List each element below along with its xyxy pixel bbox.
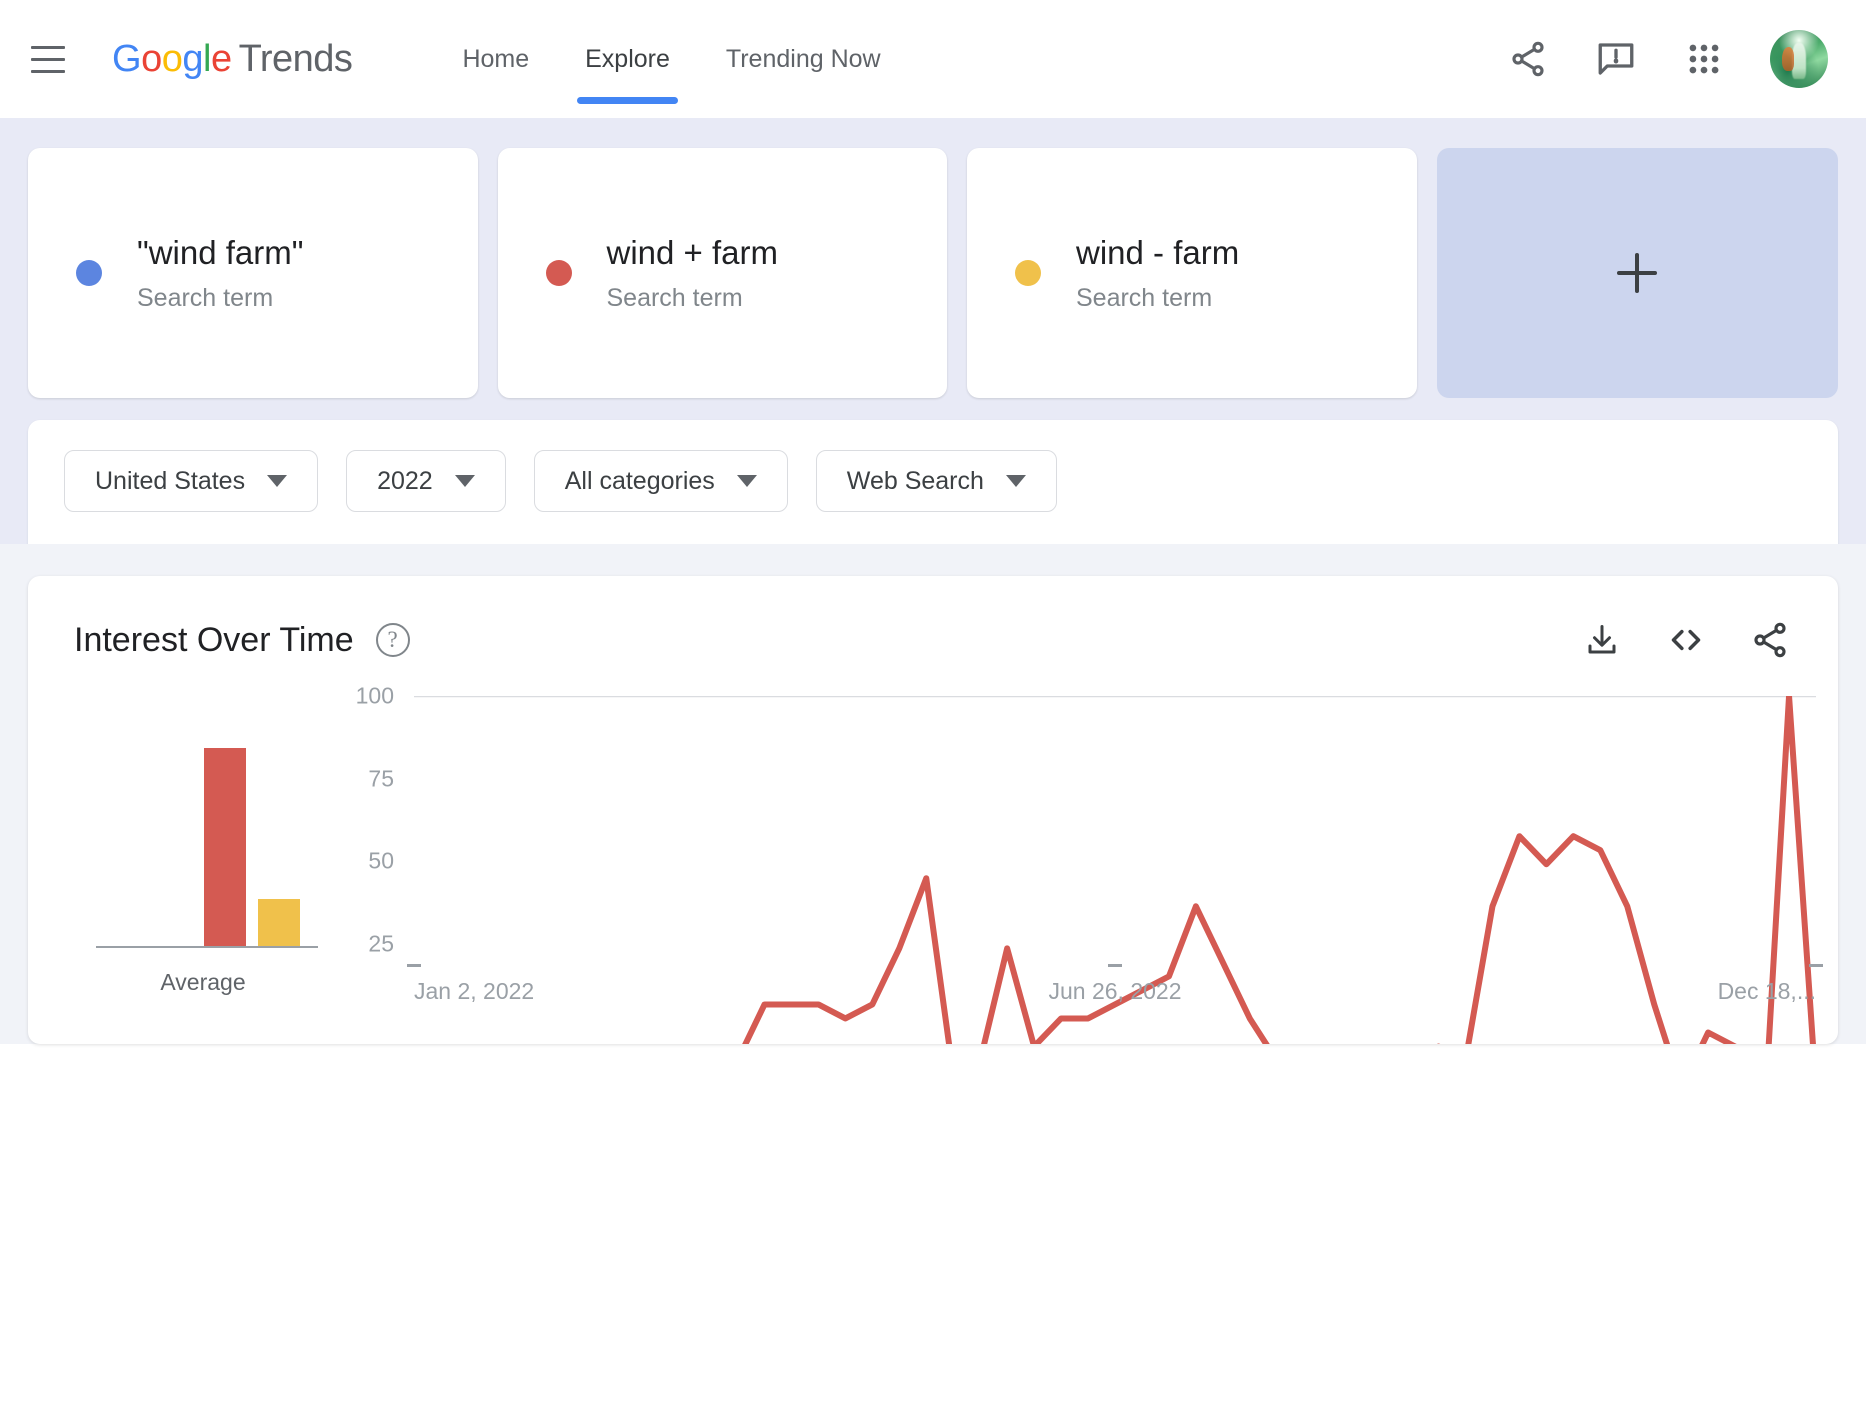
search-term-type-2: Search term [606,284,743,313]
time-range-filter-value: 2022 [377,466,433,495]
x-axis-label-3: Dec 18,... [1717,978,1816,1004]
search-type-filter-value: Web Search [846,466,984,495]
time-range-filter[interactable]: 2022 [346,450,506,512]
x-axis-tick-mark [1108,964,1122,967]
search-term-text-1: "wind farm" Search term [137,233,303,314]
search-term-card-3[interactable]: wind - farm Search term [967,148,1417,398]
search-term-card-1[interactable]: "wind farm" Search term [28,148,478,398]
add-search-term-button[interactable] [1436,148,1838,398]
feedback-icon[interactable] [1594,37,1638,81]
chevron-down-icon [454,475,475,487]
embed-code-icon[interactable] [1664,618,1708,662]
average-bar-3[interactable] [258,899,300,946]
logo-letter-l: l [202,37,211,80]
search-term-cards: "wind farm" Search term wind + farm Sear… [28,148,1838,398]
hamburger-bar [31,45,65,49]
google-trends-logo[interactable]: Go o g l e Trends [112,37,353,81]
chevron-down-icon [1005,475,1026,487]
x-axis-tick-mark [407,964,421,967]
share-icon[interactable] [1506,37,1550,81]
search-term-label-1: "wind farm" [137,233,304,271]
search-terms-band: "wind farm" Search term wind + farm Sear… [0,118,1866,544]
filters-bar: United States 2022 All categories Web Se… [28,420,1838,544]
y-axis-tick-75: 75 [368,765,394,791]
chart-plot-area: Average 25 50 75 100 Jan 2, 2022 Jun 26, 202… [28,683,1838,1044]
series-color-dot-1 [76,260,102,286]
hamburger-menu-icon[interactable] [22,33,74,85]
search-term-type-3: Search term [1076,284,1213,313]
average-label: Average [160,969,246,995]
average-bars [150,748,300,946]
hamburger-bar [31,57,65,61]
y-axis-tick-100: 100 [355,682,394,709]
chevron-down-icon [736,475,757,487]
y-axis-labels: 25 50 75 100 [328,683,400,1044]
nav-tab-trending-now[interactable]: Trending Now [698,0,909,118]
top-app-bar: Go o g l e Trends Home Explore Trending Now [0,0,1866,118]
apps-grid-icon[interactable] [1682,37,1726,81]
chevron-down-icon [267,475,288,487]
location-filter[interactable]: United States [64,450,319,512]
nav-tab-home[interactable]: Home [434,0,557,118]
download-csv-icon[interactable] [1580,618,1624,662]
logo-letter-g: G [112,37,142,80]
x-axis-tick-mark [1809,964,1823,967]
search-term-card-2[interactable]: wind + farm Search term [497,148,947,398]
nav-tab-explore[interactable]: Explore [557,0,698,118]
category-filter-value: All categories [564,466,715,495]
logo-letter-o1: o [141,37,162,80]
location-filter-value: United States [95,466,246,495]
search-term-text-3: wind - farm Search term [1076,233,1239,314]
y-axis-tick-50: 50 [368,847,394,874]
search-term-text-2: wind + farm Search term [607,233,778,314]
x-axis-labels: Jan 2, 2022 Jun 26, 2022 Dec 18,... [407,964,1823,1006]
share-chart-icon[interactable] [1748,618,1792,662]
logo-letter-g2: g [182,37,203,80]
top-bar-actions [1506,30,1838,88]
series-color-dot-2 [545,260,572,286]
category-filter[interactable]: All categories [533,450,788,512]
average-axis-line [96,946,318,948]
y-axis-tick-25: 25 [368,930,394,956]
time-series-chart: 25 50 75 100 Jan 2, 2022 Jun 26, 2022 Dec 18,… [328,683,1838,1044]
logo-letter-o2: o [161,37,183,80]
chart-header: Interest Over Time ? [74,618,1792,662]
page-title: Interest Over Time [74,620,354,659]
average-bar-chart: Average [88,696,318,1044]
search-type-filter[interactable]: Web Search [815,450,1057,512]
main-content: Interest Over Time ? Average 25 50 75 10… [0,544,1866,1044]
logo-letter-e: e [210,37,232,80]
x-axis-label-2: Jun 26, 2022 [1048,978,1182,1004]
logo-word-trends: Trends [238,37,353,80]
search-term-label-2: wind + farm [606,233,778,271]
x-axis-label-1: Jan 2, 2022 [414,978,535,1004]
primary-nav: Home Explore Trending Now [434,0,908,118]
chart-toolbar [1580,618,1792,662]
search-term-type-1: Search term [137,284,274,313]
hamburger-bar [31,69,65,73]
help-icon[interactable]: ? [375,623,410,657]
interest-over-time-panel: Interest Over Time ? Average 25 50 75 10… [28,576,1838,1044]
search-term-label-3: wind - farm [1076,233,1240,271]
average-bar-2[interactable] [204,748,246,946]
plus-icon [1617,253,1658,293]
avatar[interactable] [1770,30,1828,88]
series-color-dot-3 [1015,260,1041,286]
